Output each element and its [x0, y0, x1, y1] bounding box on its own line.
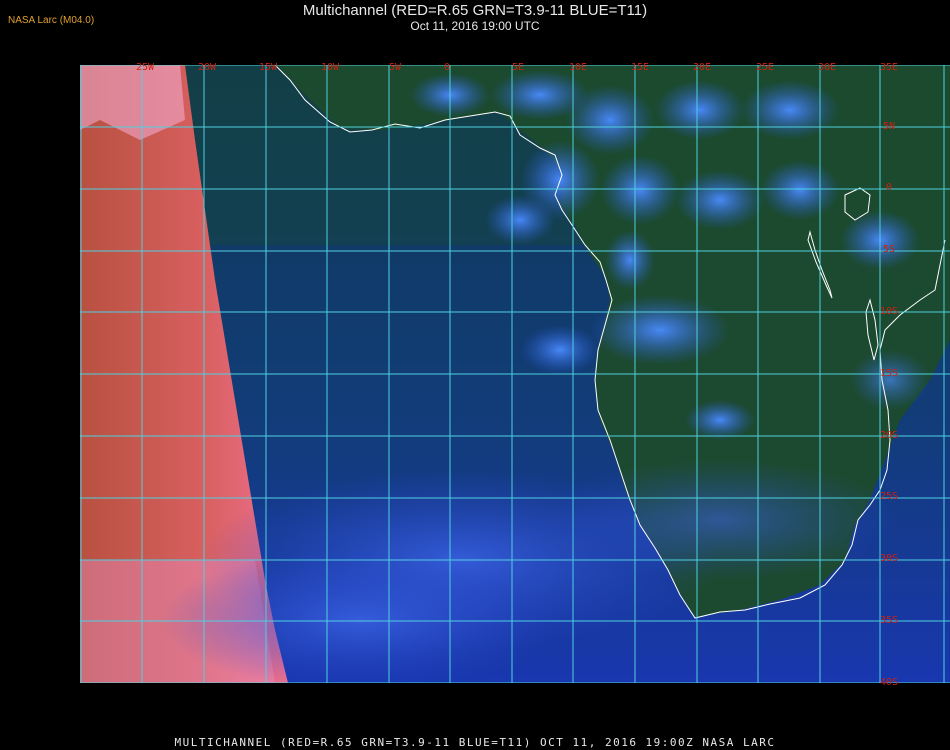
latitude-label: 5S — [883, 244, 895, 255]
latitude-label: 10S — [880, 306, 898, 317]
longitude-label: 25W — [136, 62, 155, 73]
longitude-label: 10W — [321, 62, 340, 73]
longitude-label: 20E — [693, 62, 711, 73]
longitude-label: 10E — [569, 62, 587, 73]
longitude-label: 0 — [444, 62, 450, 73]
bottom-margin — [80, 683, 950, 727]
latitude-label: 40S — [880, 677, 898, 688]
latitude-label: 15S — [880, 368, 898, 379]
imagery-layer — [80, 65, 950, 727]
latitude-label: 0 — [886, 182, 892, 193]
latitude-label: 35S — [880, 615, 898, 626]
latitude-label: 30S — [880, 553, 898, 564]
bottom-caption: MULTICHANNEL (RED=R.65 GRN=T3.9-11 BLUE=… — [174, 736, 776, 749]
longitude-label: 5W — [389, 62, 402, 73]
latitude-label: 20S — [880, 430, 898, 441]
latitude-label: 5N — [883, 121, 895, 132]
longitude-label: 5E — [512, 62, 524, 73]
satellite-map: 25W 20W 15W 10W 5W 0 5E 10E 15E 20E 25E 30E 35E 5N 0 5S… — [80, 62, 950, 727]
latitude-label: 25S — [880, 491, 898, 502]
longitude-label: 20W — [198, 62, 217, 73]
longitude-label: 15E — [631, 62, 649, 73]
longitude-label: 25E — [756, 62, 774, 73]
longitude-label: 35E — [880, 62, 898, 73]
longitude-label: 30E — [818, 62, 836, 73]
longitude-label: 15W — [259, 62, 278, 73]
